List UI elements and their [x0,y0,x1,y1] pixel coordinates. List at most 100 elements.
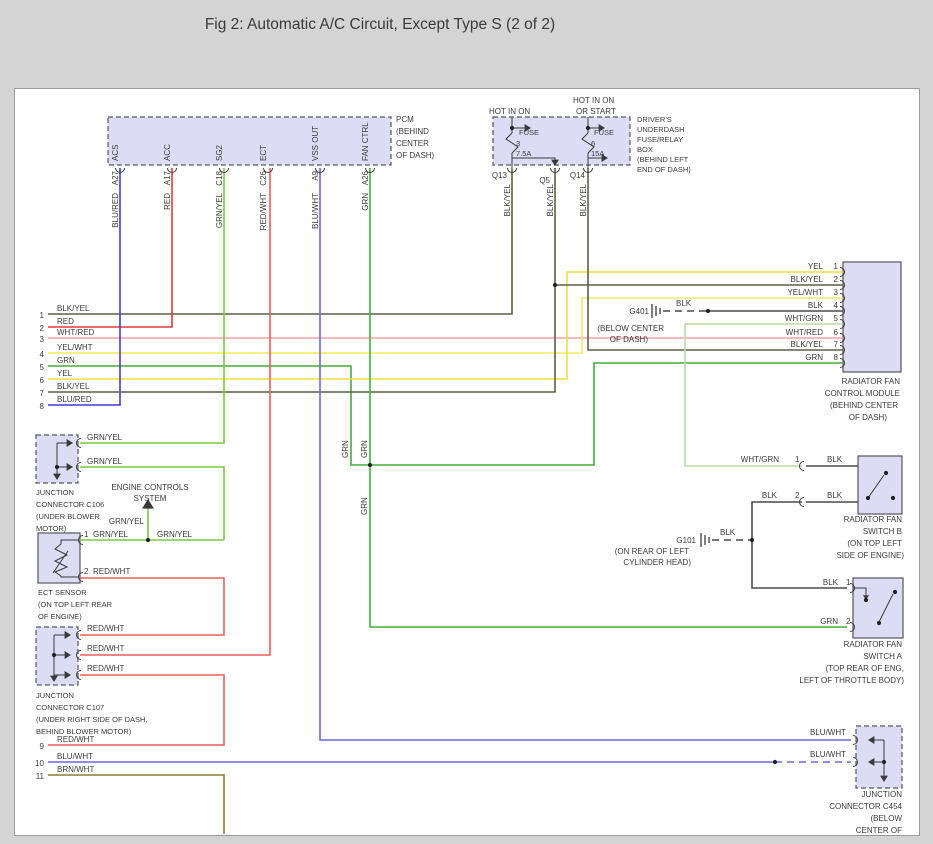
diagram-label: BLK/YEL [791,340,824,349]
wire-row1-blkyel-to-fuse-q13 [48,168,512,314]
junction-dot [891,496,895,500]
diagram-label: (ON TOP LEFT REAR [38,600,113,609]
diagram-label: JUNCTION [36,691,74,700]
diagram-label: SWITCH A [863,652,902,661]
diagram-label: 15A [591,149,604,158]
diagram-label: 5 [40,363,45,372]
diagram-label: RED [163,193,172,210]
diagram-label: ACS [111,145,120,161]
diagram-label: FUSE [594,128,614,137]
diagram-label: 6 [40,376,45,385]
diagram-label: 1 [846,578,851,587]
diagram-label: FAN CTRL [361,122,370,161]
diagram-label: 8 [834,353,839,362]
junction-dot [146,538,150,542]
diagram-label: CYLINDER HEAD) [623,558,691,567]
wire-row7-blkyel-to-fuse-q5 [48,168,555,392]
diagram-label: BLU/WHT [810,728,846,737]
radiator-fan-switch-a-box [853,578,903,638]
diagram-label: GRN [805,353,823,362]
diagram-label: Q5 [539,176,550,185]
junction-dot [586,126,590,130]
diagram-label: DRIVER'S [637,115,672,124]
diagram-label: ECT [259,145,268,161]
diagram-label: (UNDER BLOWER [36,512,100,521]
diagram-label: BLK/YEL [791,275,824,284]
diagram-label: RADIATOR FAN [844,640,903,649]
diagram-label: 3 [516,139,520,148]
diagram-label: HOT IN ON [573,96,614,105]
diagram-label: GRN/YEL [87,457,123,466]
diagram-label: JUNCTION [36,488,74,497]
diagram-label: BLU/WHT [311,193,320,229]
wire-row4-yelwht-to-module-pin3 [48,298,843,353]
diagram-label: 6 [834,328,839,337]
diagram-label: CONNECTOR C107 [36,703,104,712]
diagram-label: GRN/YEL [87,433,123,442]
diagram-label: GRN/YEL [109,517,145,526]
diagram-label: SWITCH B [863,527,902,536]
diagram-label: CONNECTOR C106 [36,500,104,509]
diagram-label: SG2 [215,144,224,161]
diagram-label: BLK/YEL [503,183,512,216]
diagram-label: BLK [823,578,839,587]
junction-dot [773,760,777,764]
diagram-label: RED/WHT [87,624,124,633]
diagram-label: G101 [676,536,696,545]
diagram-label: 5 [834,314,839,323]
diagram-label: BLK [827,491,843,500]
diagram-label: 4 [40,350,45,359]
diagram-label: RADIATOR FAN [844,515,903,524]
diagram-label: BLK/YEL [579,183,588,216]
diagram-label: BOX [637,145,653,154]
junction-dot [864,598,868,602]
diagram-label: RED/WHT [87,664,124,673]
diagram-label: FUSE/RELAY [637,135,683,144]
diagram-label: YEL [57,369,73,378]
diagram-label: 2 [834,275,839,284]
diagram-label: OR START [576,107,616,116]
diagram-label: SYSTEM [134,494,167,503]
diagram-label: CONNECTOR C454 [829,802,902,811]
junction-connector-c454-box [856,726,902,788]
diagram-label: RADIATOR FAN [842,377,901,386]
junction-dot [52,653,56,657]
diagram-label: C18 [215,170,224,185]
junction-dot [553,283,557,287]
diagram-label: FUSE [519,128,539,137]
wire-switch-b-to-switch-a-blk [752,502,847,588]
diagram-label: VSS OUT [311,126,320,161]
diagram-label: CENTER OF [856,826,902,835]
wire-row5-grn-to-junction [48,366,370,465]
wire-pcm-sg2-grnyel-to-c106 [80,168,224,443]
diagram-label: PCM [396,115,414,124]
diagram-label: (TOP REAR OF ENG, [826,664,904,673]
diagram-label: GRN [341,440,350,458]
diagram-label: BLU/RED [111,193,120,228]
diagram-label: OF DASH) [396,151,435,160]
diagram-label: 1 [795,455,800,464]
radiator-fan-control-module-box [843,262,901,372]
wire-row11-brnwht [48,775,224,834]
diagram-label: YEL/WHT [787,288,823,297]
diagram-label: ACC [163,144,172,161]
diagram-label: 2 [84,567,89,576]
diagram-label: BLU/RED [57,395,92,404]
diagram-label: (BEHIND CENTER [830,401,898,410]
junction-dot [884,471,888,475]
diagram-label: BLK [676,299,692,308]
diagram-label: OF DASH) [849,413,888,422]
diagram-label: LEFT OF THROTTLE BODY) [799,676,904,685]
diagram-label: 7 [40,389,45,398]
junction-dot [877,621,881,625]
junction-dot [893,590,897,594]
diagram-label: UNDERDASH [637,125,685,134]
diagram-label: OF DASH) [610,335,649,344]
diagram-label: 7 [834,340,839,349]
diagram-label: Q13 [492,171,508,180]
wire-pcm-vssout-bluwht-to-c454 [320,168,851,740]
diagram-label: 8 [40,402,45,411]
diagram-label: 2 [846,617,851,626]
diagram-label: C26 [259,170,268,185]
diagram-label: (BEHIND LEFT [637,155,689,164]
